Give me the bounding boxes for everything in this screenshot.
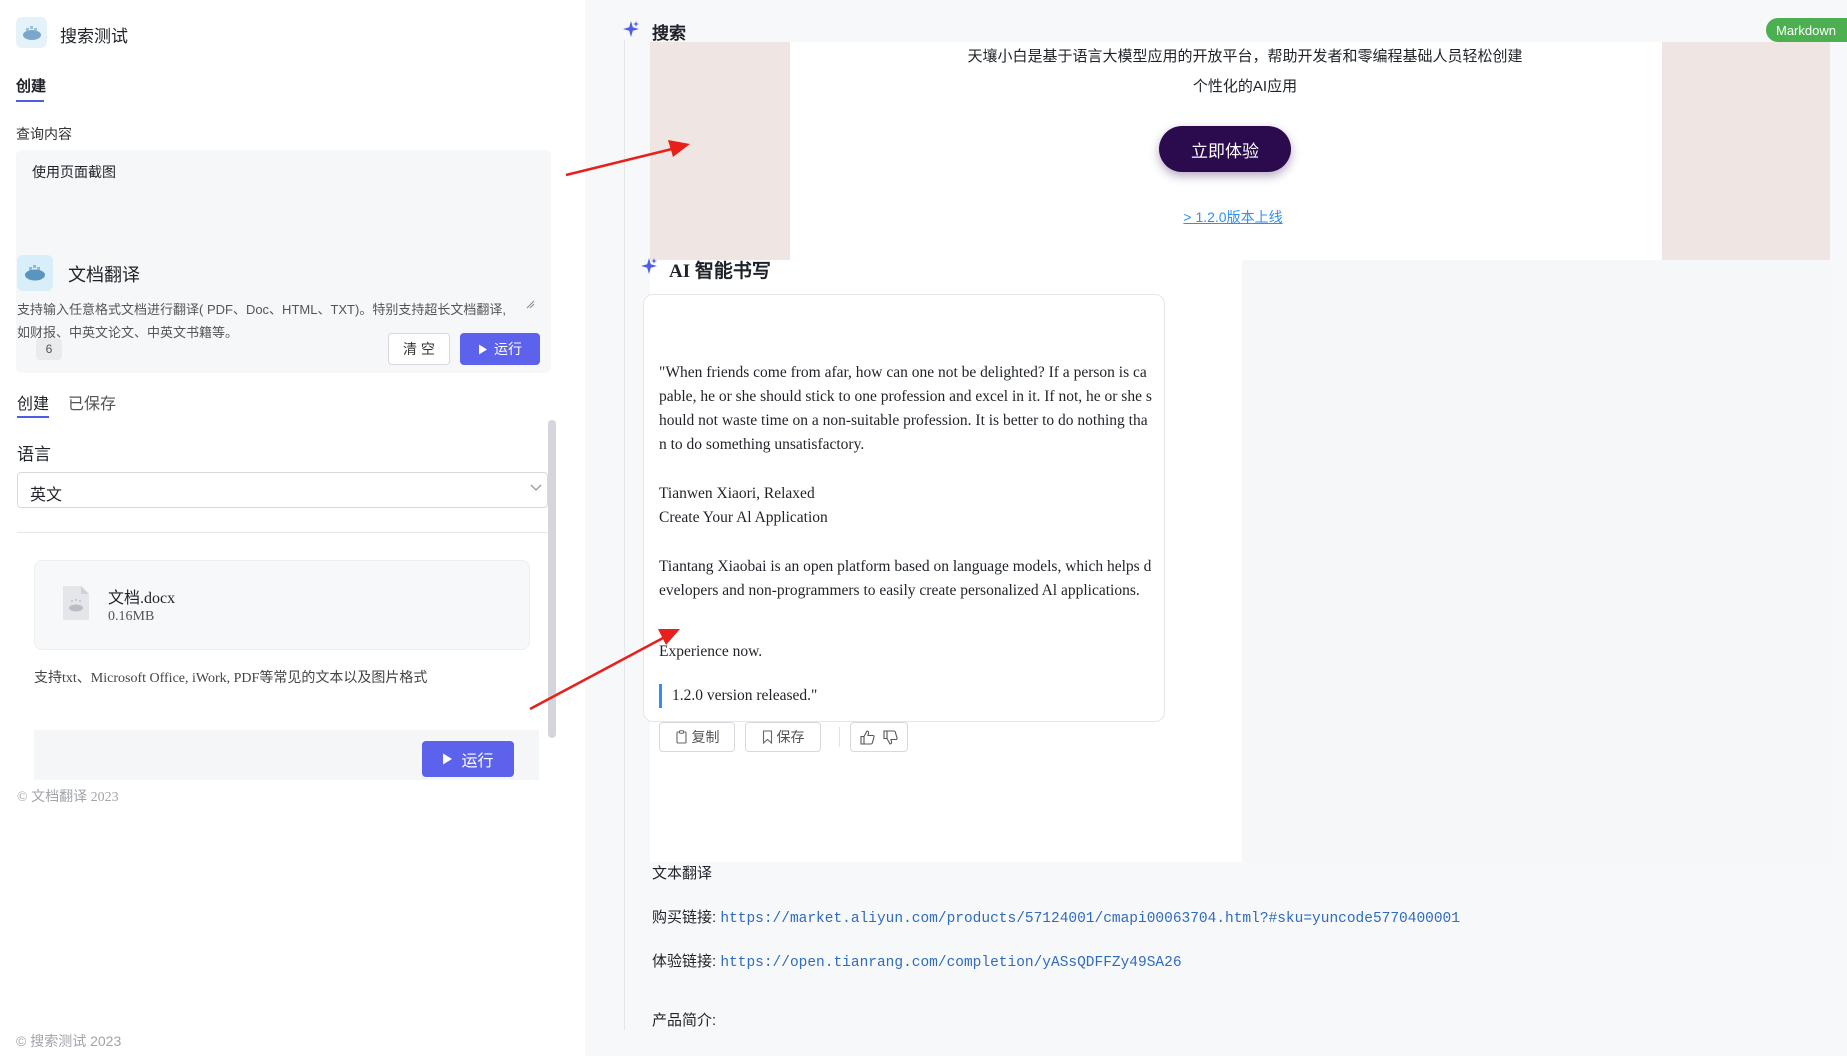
query-textarea[interactable]: 使用页面截图 (32, 162, 116, 182)
thumbs-up-icon[interactable] (860, 729, 875, 745)
banner-description: 天壤小白是基于语言大模型应用的开放平台，帮助开发者和零编程基础人员轻松创建 个性… (940, 42, 1550, 102)
ai-paragraph-2-line1: Tianwen Xiaori, Relaxed (659, 485, 815, 502)
doc-description-line1: 支持输入任意格式文档进行翻译( PDF、Doc、HTML、TXT)。特别支持超长… (17, 302, 506, 317)
copy-button-label: 复制 (691, 729, 720, 745)
doc-tab-create[interactable]: 创建 (17, 390, 49, 414)
copy-icon (675, 730, 687, 744)
ai-writing-title: AI 智能书写 (669, 261, 771, 282)
thumbs-down-icon[interactable] (883, 729, 898, 745)
doc-tab-saved[interactable]: 已保存 (68, 390, 116, 414)
ai-quote: 1.2.0 version released." (659, 684, 817, 708)
ai-paragraph-2: Tianwen Xiaori, Relaxed Create Your Al A… (659, 482, 1153, 530)
play-icon (443, 753, 453, 765)
doc-translate-description: 支持输入任意格式文档进行翻译( PDF、Doc、HTML、TXT)。特别支持超长… (17, 298, 567, 344)
feedback-buttons (850, 722, 908, 752)
language-value: 英文 (30, 487, 63, 504)
save-button-label: 保存 (776, 729, 805, 745)
language-label: 语言 (17, 445, 51, 464)
chevron-down-icon (530, 484, 542, 491)
bookmark-icon (762, 730, 772, 744)
left-panel: 搜索测试 创建 查询内容 使用页面截图 6 清 空 运行 © 搜索测试 2023 (0, 0, 585, 1056)
left-footer: © 搜索测试 2023 (16, 1033, 122, 1049)
query-label: 查询内容 (16, 126, 72, 142)
file-size: 0.16MB (108, 609, 155, 624)
ai-paragraph-1: "When friends come from afar, how can on… (659, 364, 1152, 453)
tab-create[interactable]: 创建 (16, 75, 46, 96)
ai-paragraph-4: Experience now. (659, 643, 763, 660)
trial-link-row: 体验链接: https://open.tianrang.com/completi… (652, 950, 1182, 971)
ai-writing-panel (1242, 260, 1830, 862)
banner-description-line1: 天壤小白是基于语言大模型应用的开放平台，帮助开发者和零编程基础人员轻松创建 (967, 48, 1523, 65)
doc-description-line2: 如财报、中英文论文、中英文书籍等。 (17, 325, 239, 340)
purchase-link[interactable]: https://market.aliyun.com/products/57124… (720, 911, 1460, 927)
vertical-divider (624, 40, 625, 1030)
doc-translate-footer: © 文档翻译 2023 (17, 790, 119, 805)
banner-side-right (1662, 42, 1830, 260)
purchase-link-row: 购买链接: https://market.aliyun.com/products… (652, 906, 1460, 927)
play-icon (479, 344, 487, 354)
app-title: 搜索测试 (60, 27, 128, 46)
doc-tab-active-indicator (17, 416, 49, 418)
product-intro-label: 产品简介: (652, 1012, 717, 1029)
purchase-label: 购买链接: (652, 909, 717, 926)
tab-active-indicator (16, 100, 44, 102)
save-button[interactable]: 保存 (745, 722, 821, 752)
version-link[interactable]: > 1.2.0版本上线 (1173, 207, 1293, 227)
search-title: 搜索 (652, 24, 686, 43)
file-name: 文档.docx (108, 590, 176, 607)
markdown-badge[interactable]: Markdown (1766, 18, 1847, 42)
supported-formats-text: 支持txt、Microsoft Office, iWork, PDF等常见的文本… (34, 671, 428, 686)
language-select[interactable] (17, 472, 548, 508)
doc-run-button[interactable]: 运行 (422, 741, 514, 777)
file-icon (63, 586, 89, 620)
copy-button[interactable]: 复制 (659, 722, 735, 752)
sparkle-icon (623, 21, 639, 37)
app-logo (16, 17, 47, 48)
button-separator (839, 727, 840, 747)
trial-label: 体验链接: (652, 953, 717, 970)
doc-divider (17, 532, 548, 533)
banner-side-left (650, 42, 790, 260)
doc-translate-title: 文档翻译 (68, 265, 140, 285)
ai-paragraph-2-line2: Create Your Al Application (659, 509, 828, 526)
trial-link[interactable]: https://open.tianrang.com/completion/yAS… (720, 955, 1181, 971)
banner-description-line2: 个性化的AI应用 (1192, 78, 1298, 95)
sparkle-icon (641, 258, 657, 274)
doc-translate-logo (17, 255, 53, 291)
doc-run-button-label: 运行 (461, 753, 494, 770)
ai-paragraph-3: Tiantang Xiaobai is an open platform bas… (659, 558, 1152, 599)
try-now-button[interactable]: 立即体验 (1159, 126, 1291, 172)
doc-scrollbar[interactable] (548, 420, 556, 738)
section-title: 文本翻译 (652, 865, 713, 882)
